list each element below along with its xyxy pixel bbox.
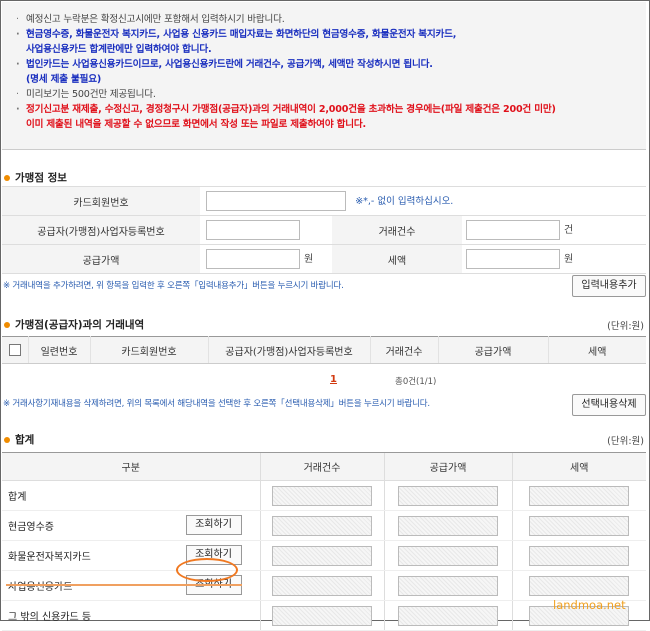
notice-line: 현금영수증, 화물운전자 복지카드, 사업용 신용카드 매입자료는 화면하단의 … xyxy=(14,27,646,42)
count-field-readonly xyxy=(272,485,372,506)
col-tax: 세액 xyxy=(548,336,646,364)
biz-no-label: 공급자(가맹점)사업자등록번호 xyxy=(2,215,200,245)
delete-guide-text: ※ 거래사항기재내용을 삭제하려면, 위의 목록에서 해당내역을 선택한 후 오… xyxy=(3,399,430,409)
delete-selected-button[interactable]: 선택내용삭제 xyxy=(572,394,646,416)
row-label: 화물운전자복지카드 xyxy=(8,552,91,563)
card-no-input[interactable] xyxy=(206,191,346,211)
notice-box: 예정신고 누락분은 확정신고시에만 포함해서 입력하시기 바랍니다. 현금영수증… xyxy=(2,2,646,150)
highlight-circle xyxy=(176,558,238,582)
cash-receipt-query-button[interactable]: 조회하기 xyxy=(185,515,242,535)
pagination: 1 총0건(1/1) xyxy=(0,374,648,388)
tax-field-readonly xyxy=(529,575,630,596)
tax-field-readonly xyxy=(529,545,630,566)
supply-field-readonly xyxy=(398,575,498,596)
supply-label: 공급가액 xyxy=(2,244,200,274)
total-section-title: 합계 xyxy=(4,432,34,447)
supply-field-readonly xyxy=(398,515,498,536)
supply-field-readonly xyxy=(398,605,498,626)
card-no-label: 카드회원번호 xyxy=(2,186,200,216)
notice-line: 법인카드는 사업용신용카드이므로, 사업용신용카드란에 거래건수, 공급가액, … xyxy=(14,57,646,72)
count-label: 거래건수 xyxy=(332,215,462,245)
col-biz-no: 공급자(가맹점)사업자등록번호 xyxy=(208,336,371,364)
page-info: 총0건(1/1) xyxy=(395,377,437,387)
row-label: 그 밖의 신용카드 등 xyxy=(2,600,260,631)
select-all-checkbox-cell[interactable] xyxy=(2,336,29,364)
trade-section-title: 가맹점(공급자)과의 거래내역 xyxy=(4,317,144,332)
total-row-sum: 합계 xyxy=(2,480,646,511)
total-row-welfare-card: 화물운전자복지카드 조회하기 xyxy=(2,540,646,571)
tax-unit: 원 xyxy=(564,254,574,265)
notice-line: (명세 제출 불필요) xyxy=(26,74,102,85)
col-count: 거래건수 xyxy=(370,336,439,364)
col-tax: 세액 xyxy=(511,452,646,481)
tax-label: 세액 xyxy=(332,244,462,274)
select-all-checkbox[interactable] xyxy=(8,344,21,356)
col-card-no: 카드회원번호 xyxy=(90,336,209,364)
row-label: 현금영수증 xyxy=(8,522,54,533)
add-guide-text: ※ 거래내역을 추가하려면, 위 항목을 입력한 후 오른쪽「입력내용추가」버튼… xyxy=(3,281,344,291)
row-label: 합계 xyxy=(2,480,260,511)
bullet-icon xyxy=(4,322,10,328)
tax-field-readonly xyxy=(529,515,630,536)
count-input[interactable] xyxy=(466,220,560,240)
col-serial: 일련번호 xyxy=(28,336,91,364)
col-supply: 공급가액 xyxy=(383,452,512,481)
col-category: 구분 xyxy=(2,452,260,481)
notice-line: 예정신고 누락분은 확정신고시에만 포함해서 입력하시기 바랍니다. xyxy=(14,12,646,27)
trade-unit: (단위:원) xyxy=(607,321,644,332)
count-field-readonly xyxy=(272,545,372,566)
card-no-hint: ※*,- 없이 입력하십시오. xyxy=(355,196,454,207)
bullet-icon xyxy=(4,437,10,443)
total-table: 구분 거래건수 공급가액 세액 합계 현금영수증 조회하기 화물운전자복지카드 … xyxy=(2,452,646,631)
supply-field-readonly xyxy=(398,485,498,506)
count-field-readonly xyxy=(272,575,372,596)
tax-field-readonly xyxy=(529,485,630,506)
highlight-underline xyxy=(6,584,242,586)
watermark: landmoa.net xyxy=(553,598,626,612)
page-link[interactable]: 1 xyxy=(330,374,337,385)
trade-header-row: 일련번호 카드회원번호 공급자(가맹점)사업자등록번호 거래건수 공급가액 세액 xyxy=(2,336,646,364)
merchant-section-title: 가맹점 정보 xyxy=(4,170,67,185)
total-row-other-card: 그 밖의 신용카드 등 xyxy=(2,600,646,631)
col-count: 거래건수 xyxy=(259,452,384,481)
count-field-readonly xyxy=(272,515,372,536)
col-supply: 공급가액 xyxy=(438,336,549,364)
count-unit: 건 xyxy=(564,225,574,236)
supply-unit: 원 xyxy=(304,254,314,265)
add-entry-button[interactable]: 입력내용추가 xyxy=(572,275,646,297)
notice-line: 미리보기는 500건만 제공됩니다. xyxy=(14,87,646,102)
trade-table: 일련번호 카드회원번호 공급자(가맹점)사업자등록번호 거래건수 공급가액 세액 xyxy=(2,336,646,364)
supply-input[interactable] xyxy=(206,249,300,269)
notice-line: 정기신고분 재제출, 수정신고, 경정청구시 가맹점(공급자)과의 거래내역이 … xyxy=(14,102,646,117)
total-row-cash-receipt: 현금영수증 조회하기 xyxy=(2,510,646,541)
total-header-row: 구분 거래건수 공급가액 세액 xyxy=(2,452,646,481)
supply-field-readonly xyxy=(398,545,498,566)
tax-input[interactable] xyxy=(466,249,560,269)
bullet-icon xyxy=(4,175,10,181)
count-field-readonly xyxy=(272,605,372,626)
biz-no-input[interactable] xyxy=(206,220,300,240)
notice-line: 사업용신용카드 합계란에만 입력하여야 합니다. xyxy=(26,44,212,55)
merchant-form: 카드회원번호 ※*,- 없이 입력하십시오. 공급자(가맹점)사업자등록번호 거… xyxy=(2,186,646,274)
total-unit: (단위:원) xyxy=(607,436,644,447)
notice-line: 이미 제출된 내역을 제공할 수 없으므로 화면에서 작성 또는 파일로 제출하… xyxy=(26,119,366,130)
